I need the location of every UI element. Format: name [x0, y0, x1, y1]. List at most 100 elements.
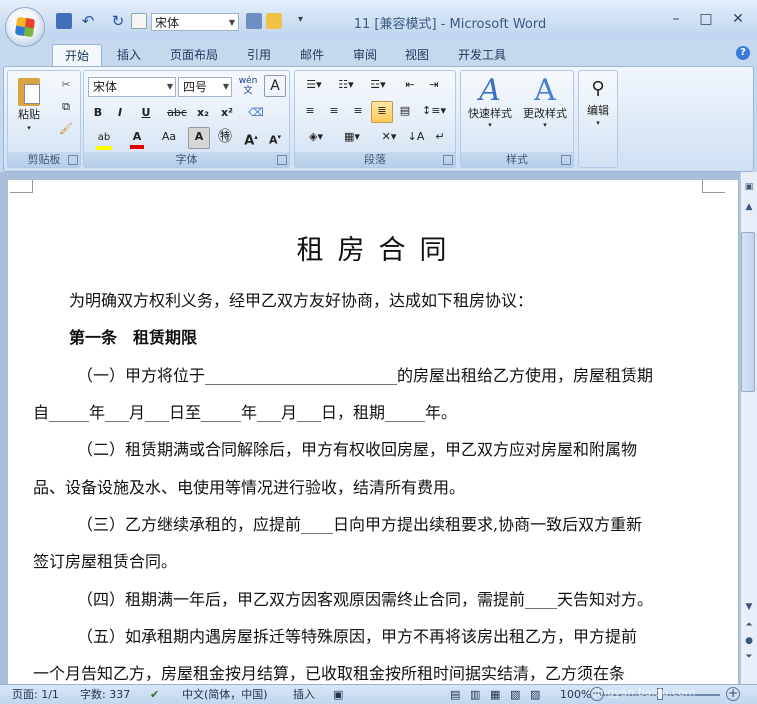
doc-line-5a: （五）如承租期内遇房屋拆迁等特殊原因，甲方不再将该房出租乙方，甲方提前 — [77, 627, 638, 646]
scroll-up-icon[interactable]: ▲ — [742, 200, 756, 214]
tab-page-layout[interactable]: 页面布局 — [170, 44, 218, 66]
insert-mode[interactable]: 插入 — [293, 687, 315, 703]
styles-group-label: 样式 — [461, 152, 573, 167]
change-styles-button[interactable]: A 更改样式 ▾ — [519, 73, 571, 147]
minimize-button[interactable]: – — [664, 10, 688, 28]
tab-view[interactable]: 视图 — [405, 44, 429, 66]
web-layout-view-icon[interactable]: ▦ — [490, 687, 500, 703]
previous-page-icon[interactable]: ⏶ — [742, 618, 756, 632]
align-center-icon[interactable]: ≡ — [323, 101, 345, 123]
save-icon[interactable] — [56, 13, 72, 29]
cut-icon[interactable]: ✂ — [56, 75, 76, 93]
undo-icon[interactable]: ↶ — [80, 13, 96, 29]
underline-button[interactable]: U — [132, 103, 160, 123]
macro-record-icon[interactable]: ▣ — [333, 687, 343, 703]
bold-button[interactable]: B — [88, 103, 108, 123]
quick-styles-button[interactable]: A 快速样式 ▾ — [465, 73, 515, 147]
paragraph-launcher-icon[interactable] — [443, 155, 453, 165]
next-page-icon[interactable]: ⏷ — [742, 650, 756, 664]
tab-developer[interactable]: 开发工具 — [458, 44, 506, 66]
close-button[interactable]: ✕ — [726, 10, 750, 28]
language-status[interactable]: 中文(简体，中国) — [182, 687, 268, 703]
distributed-icon[interactable]: ▤ — [395, 101, 415, 123]
clipboard-launcher-icon[interactable] — [68, 155, 78, 165]
tab-insert[interactable]: 插入 — [117, 44, 141, 66]
borders-icon[interactable]: ▦▾ — [337, 127, 367, 149]
phonetic-guide-icon[interactable]: wén 文 — [236, 75, 260, 97]
redo-icon[interactable]: ↻ — [110, 13, 126, 29]
clipboard-group: 粘贴 ▾ ✂ ⧉ 🖌 剪贴板 — [7, 70, 81, 168]
full-screen-view-icon[interactable]: ▥ — [470, 687, 480, 703]
tab-review[interactable]: 审阅 — [353, 44, 377, 66]
tab-mailings[interactable]: 邮件 — [300, 44, 324, 66]
sort-icon[interactable]: ↓A — [405, 127, 427, 149]
tab-home[interactable]: 开始 — [52, 44, 102, 67]
multilevel-list-icon[interactable]: ☲▾ — [363, 75, 393, 97]
maximize-button[interactable]: □ — [694, 10, 718, 28]
enclose-characters-icon[interactable]: ㊕ — [214, 127, 236, 149]
highlight-button[interactable]: ab — [88, 127, 120, 150]
line-spacing-icon[interactable]: ↕≡▾ — [419, 101, 449, 123]
character-border-icon[interactable]: A — [264, 75, 286, 97]
qat-font-combo[interactable]: 宋体 ▼ — [151, 13, 239, 31]
tab-references[interactable]: 引用 — [247, 44, 271, 66]
editing-button[interactable]: ⚲ 编辑 ▾ — [582, 73, 614, 147]
numbering-icon[interactable]: ☷▾ — [331, 75, 361, 97]
font-group: 宋体 ▼ 四号 ▼ wén 文 A B I U abc x₂ x² ⌫ ab A Aa… — [83, 70, 290, 168]
document-title: 租房合同 — [296, 235, 461, 266]
superscript-button[interactable]: x² — [216, 103, 238, 123]
grow-font-icon[interactable]: A▴ — [240, 127, 262, 149]
font-color-button[interactable]: A — [122, 127, 152, 149]
decrease-indent-icon[interactable]: ⇤ — [399, 75, 421, 97]
font-name-combo[interactable]: 宋体 ▼ — [88, 77, 176, 97]
word-count[interactable]: 字数: 337 — [80, 687, 130, 703]
bullets-icon[interactable]: ☰▾ — [299, 75, 329, 97]
proofing-icon[interactable]: ✔ — [150, 687, 159, 703]
change-case-button[interactable]: Aa — [154, 127, 184, 149]
clear-formatting-icon[interactable]: ⌫ — [244, 103, 268, 125]
align-right-icon[interactable]: ≡ — [347, 101, 369, 123]
print-layout-view-icon[interactable]: ▤ — [450, 687, 460, 703]
watermark: jingyan.baidu.com — [594, 686, 696, 699]
styles-launcher-icon[interactable] — [561, 155, 571, 165]
shading-icon[interactable]: ◈▾ — [299, 127, 333, 149]
margin-corner-mark — [10, 180, 33, 193]
format-painter-qat-icon[interactable] — [246, 13, 262, 29]
subscript-button[interactable]: x₂ — [192, 103, 214, 123]
doc-line-article1: 第一条 租赁期限 — [69, 328, 198, 347]
italic-button[interactable]: I — [110, 103, 130, 123]
page-count[interactable]: 页面: 1/1 — [12, 687, 59, 703]
chinese-layout-icon[interactable]: ✕▾ — [375, 127, 403, 149]
quick-styles-label: 快速样式 — [468, 107, 512, 120]
format-painter-icon[interactable]: 🖌 — [56, 119, 76, 137]
scroll-down-icon[interactable]: ▼ — [742, 600, 756, 614]
ruler-toggle-icon[interactable]: ▣ — [742, 180, 756, 194]
font-launcher-icon[interactable] — [277, 155, 287, 165]
browse-object-icon[interactable]: ● — [742, 634, 756, 648]
increase-indent-icon[interactable]: ⇥ — [423, 75, 445, 97]
paste-label: 粘贴 — [18, 108, 40, 121]
zoom-level[interactable]: 100% — [560, 687, 591, 703]
justify-icon[interactable]: ≣ — [371, 101, 393, 123]
scroll-thumb[interactable] — [741, 232, 755, 392]
outline-view-icon[interactable]: ▧ — [510, 687, 520, 703]
font-size-value: 四号 — [183, 80, 208, 94]
doc-line-3a: （三）乙方继续承租的，应提前____日向甲方提出续租要求,协商一致后双方重新 — [77, 515, 643, 534]
strikethrough-button[interactable]: abc — [164, 103, 190, 123]
draft-view-icon[interactable]: ▨ — [530, 687, 540, 703]
doc-line-1b: 自_____年___月___日至_____年___月___日，租期_____年。 — [33, 403, 458, 422]
copy-icon[interactable]: ⧉ — [56, 97, 76, 115]
zoom-in-icon[interactable]: + — [726, 687, 740, 701]
align-left-icon[interactable]: ≡ — [299, 101, 321, 123]
paragraph-group: ☰▾ ☷▾ ☲▾ ⇤ ⇥ ≡ ≡ ≡ ≣ ▤ ↕≡▾ ◈▾ ▦▾ ✕▾ ↓A ↵… — [294, 70, 456, 168]
office-button[interactable] — [6, 8, 44, 46]
help-icon[interactable]: ? — [736, 46, 750, 60]
show-marks-icon[interactable]: ↵ — [429, 127, 451, 149]
character-shading-icon[interactable]: A — [188, 127, 210, 149]
paste-button[interactable]: 粘贴 ▾ — [12, 75, 46, 135]
shrink-font-icon[interactable]: A▾ — [264, 127, 286, 149]
open-folder-icon[interactable] — [266, 13, 282, 29]
doc-line-4: （四）租期满一年后，甲乙双方因客观原因需终止合同，需提前____天告知对方。 — [77, 590, 654, 609]
print-preview-icon[interactable] — [131, 13, 147, 29]
font-size-combo[interactable]: 四号 ▼ — [178, 77, 232, 97]
